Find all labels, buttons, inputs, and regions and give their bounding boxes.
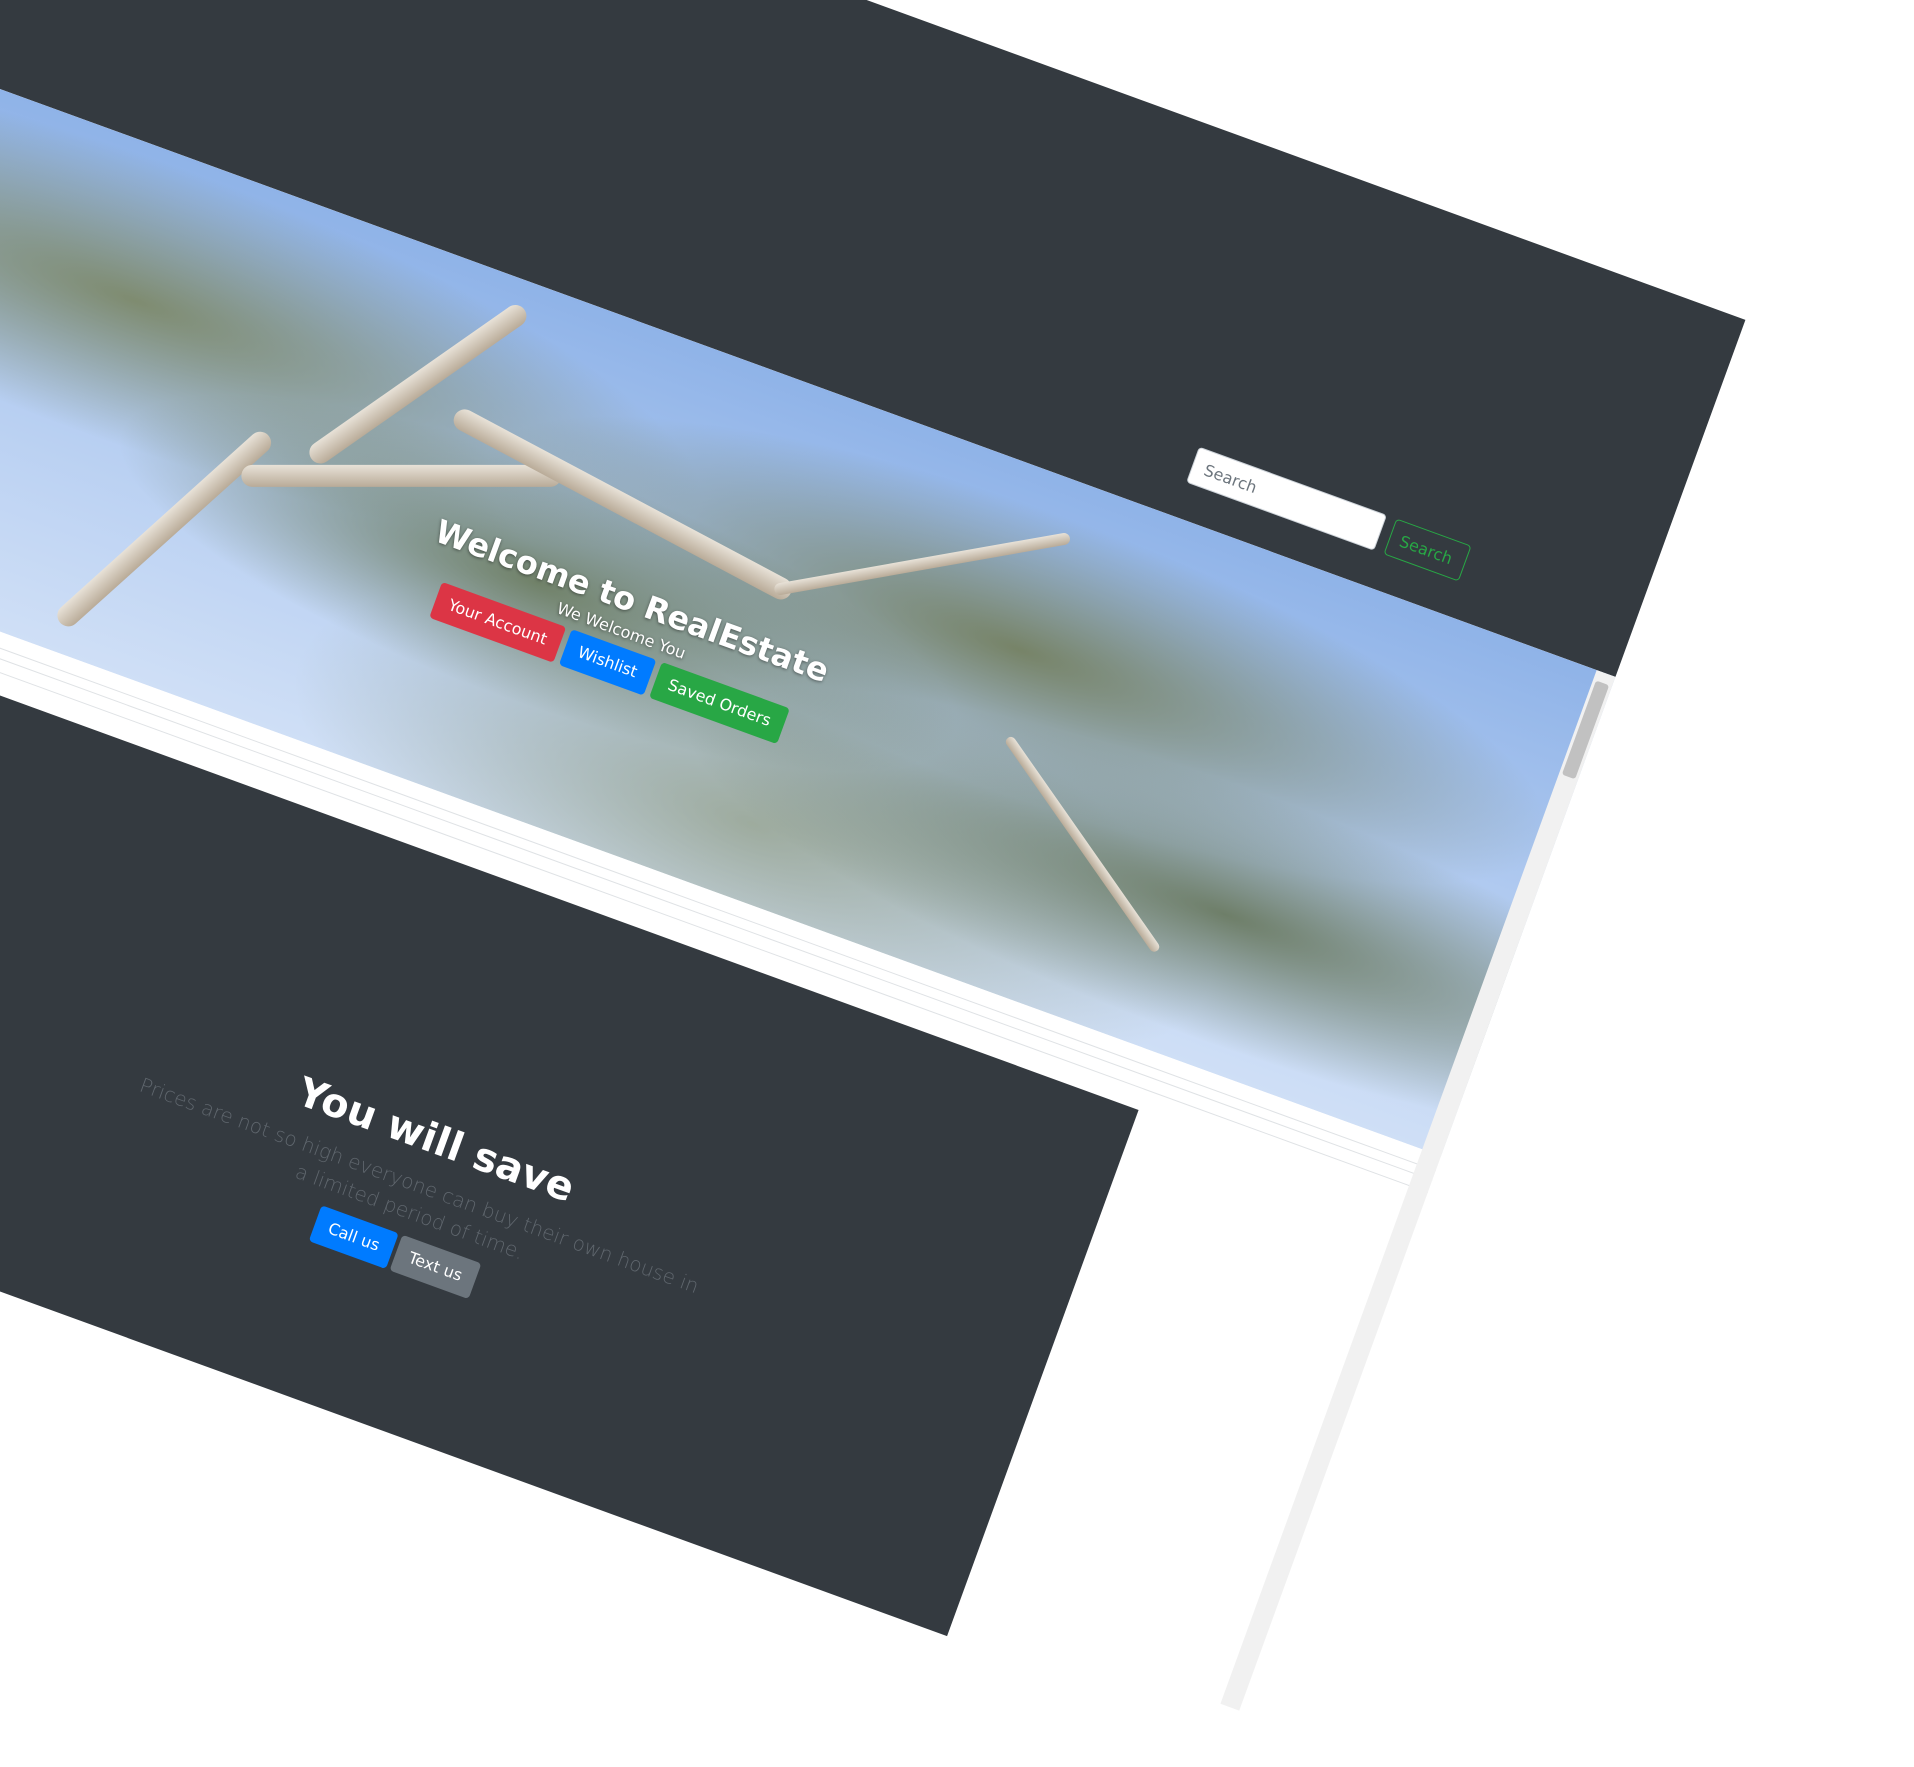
search-button[interactable]: Search (1383, 518, 1472, 582)
tree-branch (773, 532, 1071, 596)
page-viewport: Search Welcome to RealEstate We Welcome … (0, 0, 1746, 1767)
